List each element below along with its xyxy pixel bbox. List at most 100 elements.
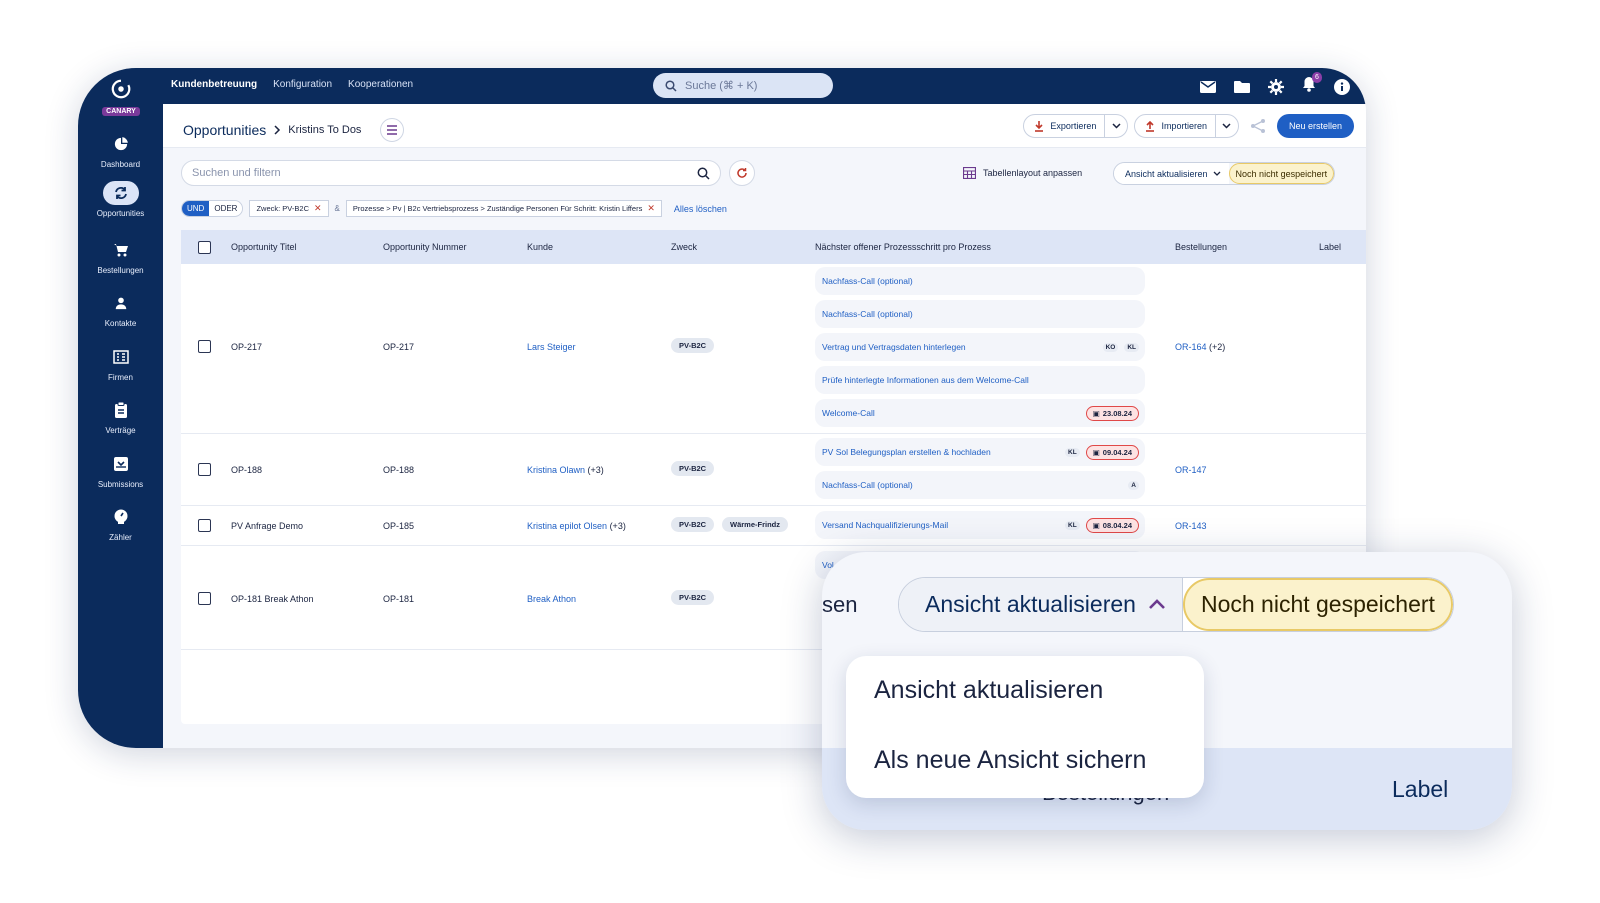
close-icon[interactable]: ✕ <box>647 203 655 214</box>
import-button[interactable]: Importieren <box>1134 114 1239 138</box>
table-layout-button[interactable]: Tabellenlayout anpassen <box>963 167 1082 179</box>
due-date-text: 09.04.24 <box>1102 447 1132 457</box>
process-step-label: Nachfass-Call (optional) <box>822 309 913 319</box>
view-menu-button[interactable] <box>380 118 405 142</box>
logic-toggle: UND ODER <box>181 200 244 217</box>
customer-link[interactable]: Kristina epilot Olsen <box>527 521 607 531</box>
sidebar-item-vertraege[interactable]: Verträge <box>78 398 163 435</box>
sidebar-item-dashboard[interactable]: Dashboard <box>78 132 163 169</box>
customer-link[interactable]: Break Athon <box>527 594 576 604</box>
sidebar-item-kontakte[interactable]: Kontakte <box>78 291 163 328</box>
sidebar-item-opportunities[interactable]: Opportunities <box>78 181 163 218</box>
clipboard-icon <box>114 402 127 418</box>
search-filter-input[interactable]: Suchen und filtern <box>181 160 721 186</box>
view-control: Ansicht aktualisieren Noch nicht gespeic… <box>1113 162 1336 185</box>
export-button[interactable]: Exportieren <box>1023 114 1129 138</box>
cell-title: OP-217 <box>231 342 263 352</box>
sidebar: CANARY Dashboard Opportunities Bestellun… <box>78 68 163 748</box>
process-step[interactable]: Nachfass-Call (optional) <box>815 267 1145 295</box>
assignee-chip: KL <box>1065 447 1080 457</box>
column-header[interactable]: Bestellungen <box>1175 242 1227 252</box>
menu-item-update-view[interactable]: Ansicht aktualisieren <box>874 676 1103 705</box>
process-step-label: Welcome-Call <box>822 408 875 418</box>
sidebar-item-submissions[interactable]: Submissions <box>78 452 163 489</box>
process-step[interactable]: PV Sol Belegungsplan erstellen & hochlad… <box>815 438 1145 466</box>
process-step[interactable]: Vertrag und Vertragsdaten hinterlegen KO… <box>815 333 1145 361</box>
table-row[interactable]: OP-217 OP-217 Lars Steiger PV-B2C Nachfa… <box>181 264 1366 434</box>
table-row[interactable]: OP-188 OP-188 Kristina Olawn (+3) PV-B2C… <box>181 434 1366 506</box>
order-id: OR-164 <box>1175 342 1207 352</box>
process-step[interactable]: Welcome-Call ▣ 23.08.24 <box>815 399 1145 427</box>
import-dropdown[interactable] <box>1216 115 1238 137</box>
filter-chip-zweck: Zweck: PV-B2C ✕ <box>249 200 329 217</box>
mail-icon[interactable] <box>1200 80 1216 93</box>
info-icon[interactable] <box>1334 78 1350 95</box>
sidebar-item-firmen[interactable]: Firmen <box>78 345 163 382</box>
update-view-button[interactable]: Ansicht aktualisieren <box>1114 163 1229 184</box>
notifications[interactable]: 6 <box>1302 72 1322 97</box>
top-nav-kundenbetreuung[interactable]: Kundenbetreuung <box>171 79 257 90</box>
table-icon <box>963 167 976 179</box>
process-step-label: Versand Nachqualifizierungs-Mail <box>822 520 949 530</box>
top-nav-konfiguration[interactable]: Konfiguration <box>273 79 332 90</box>
top-nav: Kundenbetreuung Konfiguration Kooperatio… <box>171 79 413 90</box>
global-search-input[interactable]: Suche (⌘ + K) <box>653 73 833 98</box>
process-step[interactable]: Nachfass-Call (optional) <box>815 300 1145 328</box>
active-filters: UND ODER Zweck: PV-B2C ✕ & Prozesse > Pv… <box>181 200 727 217</box>
process-step-label: Nachfass-Call (optional) <box>822 480 913 490</box>
row-checkbox[interactable] <box>198 519 211 532</box>
row-checkbox[interactable] <box>198 463 211 476</box>
order-link[interactable]: OR-143 <box>1175 521 1207 531</box>
process-step[interactable]: Nachfass-Call (optional) A <box>815 471 1145 499</box>
order-link[interactable]: OR-164 (+2) <box>1175 342 1225 352</box>
sidebar-item-bestellungen[interactable]: Bestellungen <box>78 238 163 275</box>
sidebar-item-zaehler[interactable]: Zähler <box>78 505 163 542</box>
column-header[interactable]: Opportunity Titel <box>231 242 297 252</box>
column-header[interactable]: Nächster offener Prozessschritt pro Proz… <box>815 242 991 252</box>
top-nav-kooperationen[interactable]: Kooperationen <box>348 79 413 90</box>
view-name: Kristins To Dos <box>288 124 362 136</box>
toggle-und[interactable]: UND <box>182 201 210 216</box>
clear-filters-link[interactable]: Alles löschen <box>674 204 727 214</box>
select-all-checkbox[interactable] <box>198 241 211 254</box>
row-checkbox[interactable] <box>198 592 211 605</box>
customer-link[interactable]: Kristina Olawn <box>527 465 585 475</box>
process-step[interactable]: Versand Nachqualifizierungs-Mail KL ▣ 08.0… <box>815 511 1145 539</box>
pie-chart-icon <box>114 137 128 151</box>
column-header[interactable]: Kunde <box>527 242 553 252</box>
customer-cell[interactable]: Kristina Olawn (+3) <box>527 465 604 475</box>
chevron-down-icon <box>1222 123 1231 129</box>
logo[interactable]: CANARY <box>100 78 142 118</box>
table-row[interactable]: PV Anfrage Demo OP-185 Kristina epilot O… <box>181 506 1366 546</box>
refresh-button[interactable] <box>729 160 755 186</box>
table-header: Opportunity Titel Opportunity Nummer Kun… <box>181 230 1366 264</box>
page-title[interactable]: Opportunities <box>183 122 266 138</box>
cell-title: OP-188 <box>231 465 263 475</box>
sidebar-label: Submissions <box>97 480 144 489</box>
chevron-right-icon <box>274 125 281 135</box>
zoom-update-view-button[interactable]: Ansicht aktualisieren <box>899 578 1183 631</box>
row-checkbox[interactable] <box>198 340 211 353</box>
column-header[interactable]: Label <box>1319 242 1341 252</box>
gear-icon[interactable] <box>1268 78 1284 95</box>
customer-cell[interactable]: Kristina epilot Olsen (+3) <box>527 521 626 531</box>
customer-extra: (+3) <box>587 465 604 475</box>
share-icon[interactable] <box>1249 118 1267 134</box>
toggle-oder[interactable]: ODER <box>209 201 243 216</box>
due-date-badge: ▣ 09.04.24 <box>1085 444 1139 460</box>
zoom-update-view-label: Ansicht aktualisieren <box>925 591 1136 617</box>
process-step[interactable]: Prüfe hinterlegte Informationen aus dem … <box>815 366 1145 394</box>
menu-item-save-as-new-view[interactable]: Als neue Ansicht sichern <box>874 746 1146 775</box>
close-icon[interactable]: ✕ <box>314 203 322 214</box>
customer-link[interactable]: Lars Steiger <box>527 342 576 352</box>
folder-icon[interactable] <box>1234 80 1250 93</box>
cell-number: OP-217 <box>383 342 415 352</box>
chevron-down-icon <box>1112 123 1121 129</box>
page-header: Opportunities Kristins To Dos Exportiere… <box>163 104 1366 148</box>
create-button[interactable]: Neu erstellen <box>1276 114 1354 138</box>
export-dropdown[interactable] <box>1105 115 1127 137</box>
global-search-placeholder: Suche (⌘ + K) <box>685 80 758 92</box>
order-link[interactable]: OR-147 <box>1175 465 1207 475</box>
column-header[interactable]: Zweck <box>671 242 697 252</box>
column-header[interactable]: Opportunity Nummer <box>383 242 467 252</box>
